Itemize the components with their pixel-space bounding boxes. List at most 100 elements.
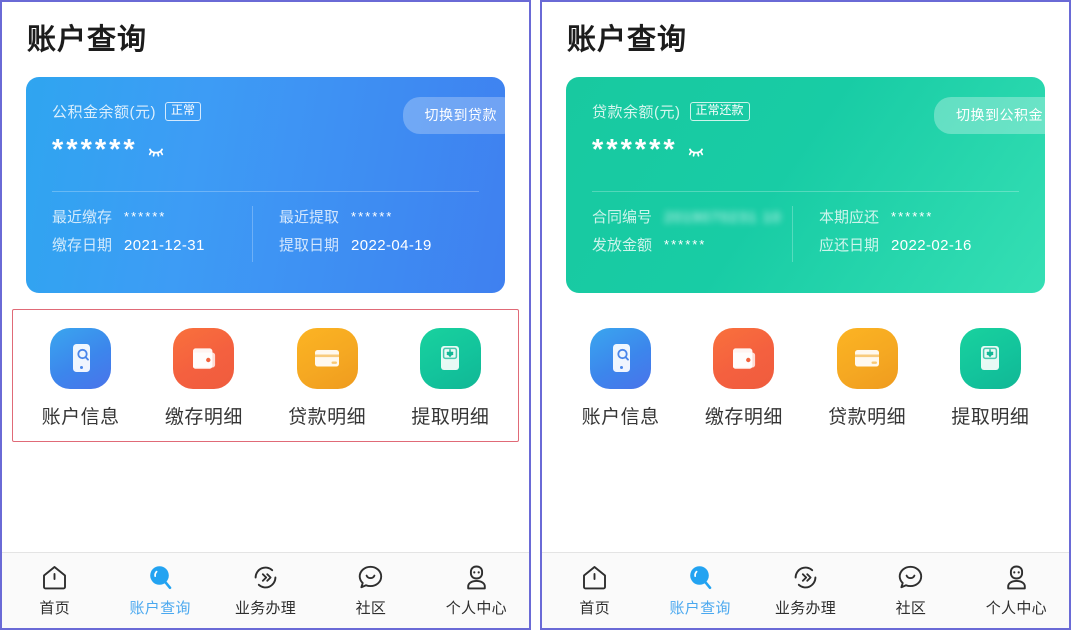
page-title: 账户查询 [567,24,688,56]
detail-value: ****** [351,208,394,224]
search-bubble-icon [146,562,175,592]
detail-row: 最近提取 ****** [279,206,479,227]
switch-account-type-button[interactable]: 切换到公积金 [934,96,1045,134]
detail-row: 缴存日期 2021-12-31 [52,234,252,255]
detail-key: 最近提取 [279,208,340,226]
wallet-icon[interactable] [713,327,775,389]
smiley-icon [896,562,925,592]
balance-value: ****** [592,133,678,166]
shortcut-phone-search[interactable]: 账户信息 [559,327,682,429]
balance-label: 公积金余额(元) [52,103,156,121]
shortcut-wallet[interactable]: 缴存明细 [682,327,805,429]
shortcut-credit-card[interactable]: 贷款明细 [266,327,389,429]
page-title: 账户查询 [27,24,148,56]
shortcut-label: 账户信息 [581,406,660,428]
status-badge: 正常 [165,101,202,121]
status-badge: 正常还款 [689,101,750,121]
switch-account-type-button[interactable]: 切换到贷款 [402,96,505,134]
detail-value: ****** [891,208,934,224]
balance-card-wrapper: 公积金余额(元) 正常 切换到贷款 ****** 最近缴存 ****** 缴存日期 2021-… [2,60,529,293]
phone-search-icon[interactable] [50,327,112,389]
shortcut-label: 贷款明细 [288,406,367,428]
bottom-tabbar: 首页 账户查询 业务办理 社区 个人中心 [2,552,529,628]
shortcut-wallet[interactable]: 缴存明细 [142,327,265,429]
user-icon [462,562,491,592]
atm-withdraw-icon[interactable] [419,327,481,389]
credit-card-icon[interactable] [836,327,898,389]
tab-label: 首页 [579,600,610,617]
shortcut-label: 贷款明细 [828,406,907,428]
detail-value: 2019070231 10 [664,208,782,226]
transfer-arrows-icon [791,562,820,592]
detail-value: ****** [664,236,707,252]
tab-label: 账户查询 [669,600,731,617]
shortcut-grid: 账户信息 缴存明细 贷款明细 提取明细 [12,308,519,442]
detail-row: 合同编号 2019070231 10 [592,206,792,227]
detail-value: ****** [124,208,167,224]
tab-smiley[interactable]: 社区 [318,562,423,618]
shortcut-phone-search[interactable]: 账户信息 [19,327,142,429]
tab-label: 业务办理 [774,600,837,617]
detail-key: 提取日期 [279,236,340,254]
detail-value: 2021-12-31 [124,236,205,254]
credit-card-icon[interactable] [296,327,358,389]
home-icon [40,562,69,592]
tab-label: 社区 [355,600,387,617]
tab-transfer-arrows[interactable]: 业务办理 [753,562,858,618]
detail-row: 提取日期 2022-04-19 [279,234,479,255]
fund-panel: 账户查询 公积金余额(元) 正常 切换到贷款 ****** 最近缴存 ****** 缴存日期 2… [0,0,531,630]
shortcut-label: 提取明细 [411,406,490,428]
tab-transfer-arrows[interactable]: 业务办理 [213,562,318,618]
eye-off-icon[interactable] [688,144,705,163]
shortcut-label: 缴存明细 [164,406,243,428]
balance-value: ****** [52,133,138,166]
bottom-tabbar: 首页 账户查询 业务办理 社区 个人中心 [542,552,1069,628]
eye-off-icon[interactable] [148,144,165,163]
smiley-icon [356,562,385,592]
home-icon [580,562,609,592]
shortcut-label: 提取明细 [951,406,1030,428]
balance-card: 贷款余额(元) 正常还款 切换到公积金 ****** 合同编号 2019070231 10… [566,76,1045,293]
shortcut-grid-wrapper: 账户信息 缴存明细 贷款明细 提取明细 [542,309,1069,442]
balance-details: 最近缴存 ****** 缴存日期 2021-12-31 最近提取 ****** 提取日期 20… [26,192,505,262]
tab-search-bubble[interactable]: 账户查询 [107,562,212,618]
shortcut-grid-wrapper: 账户信息 缴存明细 贷款明细 提取明细 [2,308,529,442]
detail-column: 最近提取 ****** 提取日期 2022-04-19 [252,205,479,262]
tab-user[interactable]: 个人中心 [424,562,529,618]
user-icon [1002,562,1031,592]
search-bubble-icon [686,562,715,592]
detail-value: 2022-04-19 [351,236,432,254]
detail-key: 发放金额 [592,236,653,254]
tab-label: 首页 [39,600,70,617]
shortcut-atm-withdraw[interactable]: 提取明细 [929,327,1052,429]
phone-search-icon[interactable] [590,327,652,389]
balance-card-wrapper: 贷款余额(元) 正常还款 切换到公积金 ****** 合同编号 2019070231 10… [542,60,1069,293]
shortcut-label: 账户信息 [41,406,120,428]
tab-label: 个人中心 [445,600,507,617]
balance-label: 贷款余额(元) [592,103,681,121]
tab-smiley[interactable]: 社区 [858,562,963,618]
shortcut-grid: 账户信息 缴存明细 贷款明细 提取明细 [552,309,1059,442]
shortcut-credit-card[interactable]: 贷款明细 [806,327,929,429]
detail-column: 本期应还 ****** 应还日期 2022-02-16 [792,205,1019,262]
loan-panel: 账户查询 贷款余额(元) 正常还款 切换到公积金 ****** 合同编号 201907023… [540,0,1071,630]
wallet-icon[interactable] [173,327,235,389]
detail-key: 本期应还 [819,208,880,226]
detail-row: 本期应还 ****** [819,206,1019,227]
detail-key: 应还日期 [819,236,880,254]
balance-details: 合同编号 2019070231 10 发放金额 ****** 本期应还 ****** 应还日… [566,192,1045,262]
screenshot-stage: 账户查询 公积金余额(元) 正常 切换到贷款 ****** 最近缴存 ****** 缴存日期 2… [0,0,1080,630]
shortcut-atm-withdraw[interactable]: 提取明细 [389,327,512,429]
tab-home[interactable]: 首页 [542,562,647,618]
tab-user[interactable]: 个人中心 [964,562,1069,618]
atm-withdraw-icon[interactable] [959,327,1021,389]
shortcut-label: 缴存明细 [704,406,783,428]
detail-column: 最近缴存 ****** 缴存日期 2021-12-31 [52,206,252,262]
tab-home[interactable]: 首页 [2,562,107,618]
detail-key: 缴存日期 [52,236,113,254]
detail-key: 最近缴存 [52,208,113,226]
detail-value: 2022-02-16 [891,236,972,254]
tab-search-bubble[interactable]: 账户查询 [647,562,752,618]
